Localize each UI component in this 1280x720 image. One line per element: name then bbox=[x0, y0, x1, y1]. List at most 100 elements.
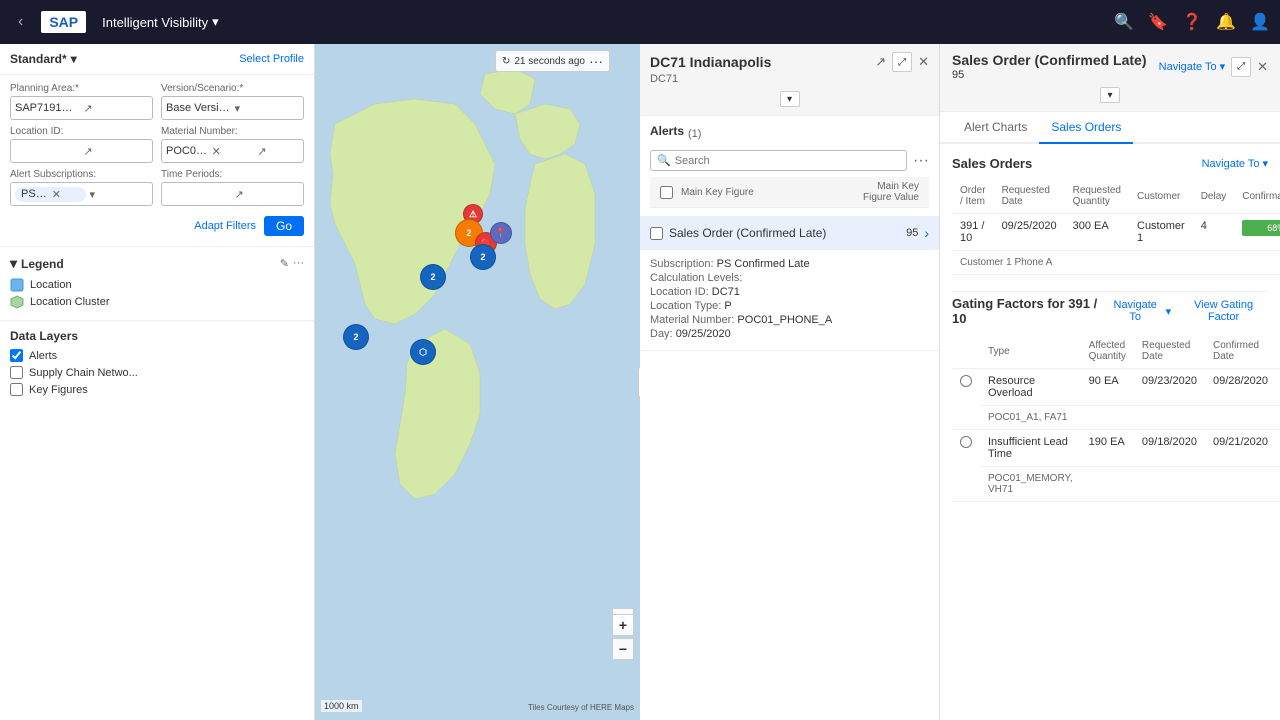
gating-affected-qty-1: 90 EA bbox=[1081, 369, 1134, 406]
version-scenario-input[interactable]: Base Version ▾ bbox=[161, 96, 304, 120]
alert-item-1[interactable]: Sales Order (Confirmed Late) 95 › bbox=[640, 217, 939, 250]
gating-radio-1[interactable] bbox=[960, 375, 972, 387]
time-periods-input[interactable]: ↗ bbox=[161, 182, 304, 206]
location-id-link-icon[interactable]: ↗ bbox=[84, 145, 149, 158]
timestamp-more-icon[interactable]: ··· bbox=[589, 53, 603, 69]
nav-icons: 🔍 🔖 ❓ 🔔 👤 bbox=[1114, 12, 1270, 32]
gating-row-1-main[interactable]: Resource Overload 90 EA 09/23/2020 09/28… bbox=[952, 369, 1280, 406]
so-navigate-to-button[interactable]: Navigate To ▾ bbox=[1159, 60, 1225, 73]
back-button[interactable]: ‹ bbox=[10, 9, 31, 35]
alerts-search-box[interactable]: 🔍 bbox=[650, 150, 907, 171]
view-gating-factor-button[interactable]: View Gating Factor bbox=[1179, 299, 1268, 323]
so-subtitle: 95 bbox=[952, 69, 1147, 81]
col-order-item: Order / Item bbox=[952, 179, 994, 214]
map-pin-south-2[interactable]: ⬡ bbox=[410, 339, 436, 365]
right-panel-header: Sales Order (Confirmed Late) 95 Navigate… bbox=[940, 44, 1280, 112]
dc-expand-collapse-button[interactable]: ▾ bbox=[780, 91, 800, 107]
map-pin-cluster-1[interactable]: 2 bbox=[470, 244, 496, 270]
legend-edit-icon[interactable]: ✎ bbox=[280, 257, 289, 270]
material-number-link-icon[interactable]: ↗ bbox=[257, 145, 299, 158]
so-requested-date: 09/25/2020 bbox=[994, 214, 1065, 251]
so-close-button[interactable]: ✕ bbox=[1257, 59, 1268, 75]
map-attribution: Tiles Courtesy of HERE Maps bbox=[528, 703, 634, 712]
so-order-item: 391 / 10 bbox=[952, 214, 994, 251]
material-number-clear-icon[interactable]: ✕ bbox=[212, 145, 254, 158]
tab-alert-charts[interactable]: Alert Charts bbox=[952, 112, 1039, 144]
so-section-navigate-button[interactable]: Navigate To ▾ bbox=[1202, 157, 1268, 170]
col-affected-qty: Affected Quantity bbox=[1081, 334, 1134, 369]
gating-actions: Navigate To ▾ View Gating Factor bbox=[1108, 299, 1268, 323]
map-area[interactable]: ⚠ 2 🔴 📍 2 2 2 ⬡ ↻ 21 seconds ago ··· bbox=[315, 44, 640, 720]
legend-more-icon[interactable]: ··· bbox=[293, 257, 304, 270]
alert-subscription-remove-icon[interactable]: ✕ bbox=[52, 188, 80, 201]
gating-req-date-2: 09/18/2020 bbox=[1134, 430, 1205, 467]
alerts-checkbox[interactable] bbox=[10, 349, 23, 362]
dc-external-link-button[interactable]: ↗ bbox=[875, 54, 886, 70]
supply-chain-checkbox[interactable] bbox=[10, 366, 23, 379]
so-expand-collapse-button[interactable]: ▾ bbox=[1100, 87, 1120, 103]
dc-expand-button[interactable]: ⤢ bbox=[892, 52, 912, 72]
go-button[interactable]: Go bbox=[264, 216, 304, 236]
data-layers-section: Data Layers Alerts Supply Chain Netwo...… bbox=[0, 321, 314, 720]
map-collapse-button[interactable]: › bbox=[638, 367, 640, 397]
app-title[interactable]: Intelligent Visibility ▾ bbox=[102, 14, 219, 30]
so-expand-button[interactable]: ⤢ bbox=[1231, 57, 1251, 77]
planning-area-input[interactable]: SAP7191C (SAP Sam... ↗ bbox=[10, 96, 153, 120]
alerts-search-input[interactable] bbox=[675, 155, 900, 167]
planning-area-link-icon[interactable]: ↗ bbox=[84, 102, 149, 115]
main-layout: Standard* ▾ Select Profile Planning Area… bbox=[0, 44, 1280, 720]
alerts-panel-header: DC71 Indianapolis ↗ ⤢ ✕ DC71 ▾ bbox=[640, 44, 939, 116]
standard-dropdown[interactable]: Standard* ▾ bbox=[10, 52, 77, 66]
dc-title: DC71 Indianapolis bbox=[650, 54, 771, 70]
alerts-select-all-checkbox[interactable] bbox=[660, 186, 673, 199]
select-profile-link[interactable]: Select Profile bbox=[239, 53, 304, 65]
layer-key-figures[interactable]: Key Figures bbox=[10, 383, 304, 396]
col-conf-date: Confirmed Date bbox=[1205, 334, 1276, 369]
version-scenario-group: Version/Scenario:* Base Version ▾ bbox=[161, 83, 304, 120]
layer-supply-chain-network[interactable]: Supply Chain Netwo... bbox=[10, 366, 304, 379]
notifications-icon[interactable]: 🔔 bbox=[1216, 12, 1236, 32]
alerts-more-button[interactable]: ··· bbox=[913, 152, 929, 170]
user-icon[interactable]: 👤 bbox=[1250, 12, 1270, 32]
standard-dropdown-icon: ▾ bbox=[71, 52, 77, 66]
legend-item-location-cluster[interactable]: Location Cluster bbox=[10, 295, 304, 309]
map-pin-south-1[interactable]: 2 bbox=[343, 324, 369, 350]
alert-subscriptions-input[interactable]: PS Confirmed ... ✕ ▾ bbox=[10, 182, 153, 206]
tab-sales-orders[interactable]: Sales Orders bbox=[1039, 112, 1133, 144]
dc-header-icons: ↗ ⤢ ✕ bbox=[875, 52, 929, 72]
gating-row-2-sub: POC01_MEMORY, VH71 bbox=[952, 467, 1280, 502]
gating-factors-table: Type Affected Quantity Requested Date Co… bbox=[952, 334, 1280, 502]
map-pin-cluster-2[interactable]: 2 bbox=[420, 264, 446, 290]
dc-subtitle: DC71 bbox=[650, 73, 929, 85]
so-table-row-main[interactable]: 391 / 10 09/25/2020 300 EA Customer 1 4 … bbox=[952, 214, 1280, 251]
search-icon[interactable]: 🔍 bbox=[1114, 12, 1134, 32]
dc-close-button[interactable]: ✕ bbox=[918, 54, 929, 70]
col-confirmation: Confirmation (%) bbox=[1234, 179, 1280, 214]
app-title-dropdown-icon: ▾ bbox=[212, 14, 219, 30]
help-icon[interactable]: ❓ bbox=[1182, 12, 1202, 32]
alerts-panel: DC71 Indianapolis ↗ ⤢ ✕ DC71 ▾ Alerts (1… bbox=[640, 44, 940, 720]
layer-alerts[interactable]: Alerts bbox=[10, 349, 304, 362]
map-pin-3[interactable]: 📍 bbox=[490, 222, 512, 244]
version-scenario-dropdown-icon[interactable]: ▾ bbox=[235, 102, 300, 115]
material-number-input[interactable]: POC01_PHON... ✕ ↗ bbox=[161, 139, 304, 163]
sales-orders-table: Order / Item Requested Date Requested Qu… bbox=[952, 179, 1280, 275]
bookmark-icon[interactable]: 🔖 bbox=[1148, 12, 1168, 32]
time-periods-link-icon[interactable]: ↗ bbox=[235, 188, 300, 201]
gating-navigate-button[interactable]: Navigate To ▾ bbox=[1108, 299, 1171, 323]
alert-checkbox-1[interactable] bbox=[650, 227, 663, 240]
zoom-out-button[interactable]: − bbox=[612, 638, 634, 660]
gating-row-2-main[interactable]: Insufficient Lead Time 190 EA 09/18/2020… bbox=[952, 430, 1280, 467]
legend-expand-icon[interactable]: ▾ bbox=[10, 255, 17, 272]
adapt-filters-link[interactable]: Adapt Filters bbox=[194, 220, 256, 232]
location-id-input[interactable]: ↗ bbox=[10, 139, 153, 163]
legend-item-location[interactable]: Location bbox=[10, 278, 304, 292]
alert-subscription-dropdown-icon[interactable]: ▾ bbox=[90, 188, 149, 201]
alerts-table-header: Main Key Figure Main Key Figure Value bbox=[650, 177, 929, 208]
col-delay: Delay bbox=[1193, 179, 1235, 214]
gating-radio-2[interactable] bbox=[960, 436, 972, 448]
zoom-in-button[interactable]: + bbox=[612, 614, 634, 636]
refresh-icon[interactable]: ↻ bbox=[502, 56, 510, 67]
key-figures-checkbox[interactable] bbox=[10, 383, 23, 396]
planning-area-group: Planning Area:* SAP7191C (SAP Sam... ↗ bbox=[10, 83, 153, 120]
